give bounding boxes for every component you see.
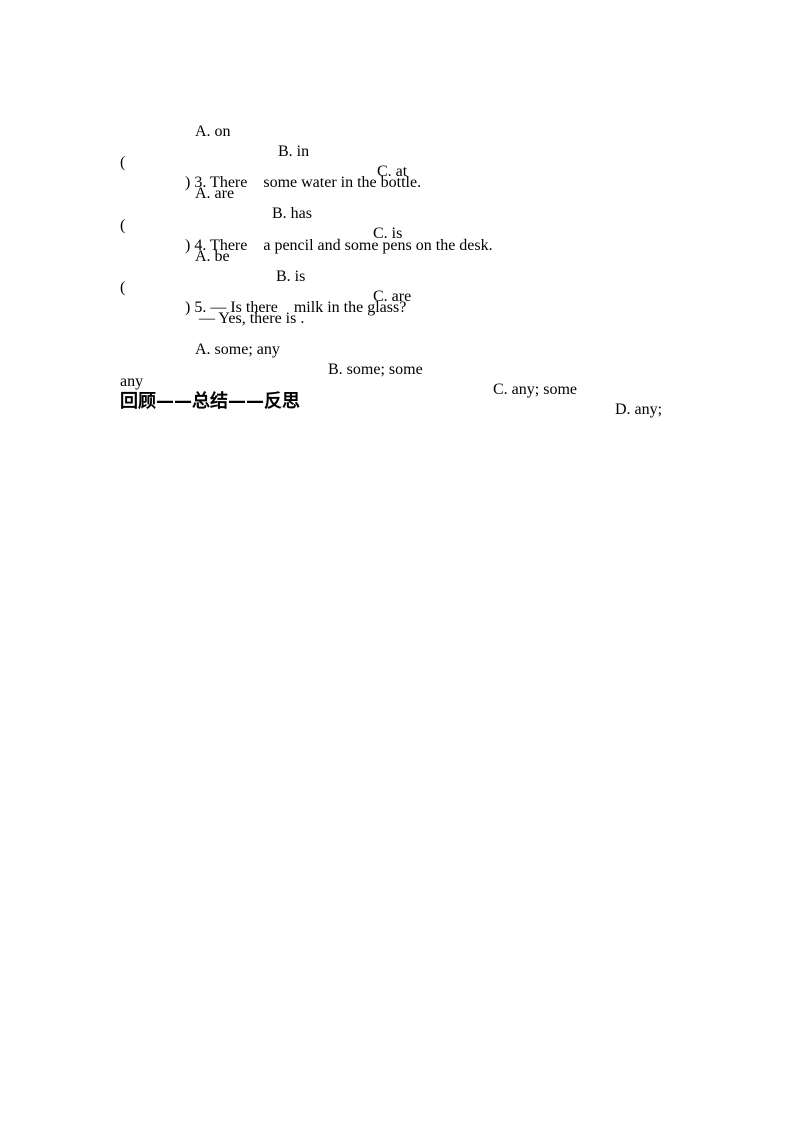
q4-option-b: B. is [276, 268, 306, 285]
section-heading: 回顾——总结——反思 [120, 391, 300, 412]
question-5-reply-text: — Yes, there is . [199, 310, 305, 327]
q2-option-b: B. in [278, 143, 310, 160]
q2-option-a: A. on [195, 123, 231, 140]
answer-blank-open: ( [120, 279, 126, 296]
q5-option-a: A. some; any [195, 341, 280, 358]
q5-options-wrap: any [0, 352, 143, 412]
q4-option-a: A. be [195, 248, 230, 265]
q3-option-a: A. are [195, 185, 235, 202]
answer-blank-open: ( [120, 217, 126, 234]
question-4-stem: ) 4. There a pencil and some pens on the… [185, 237, 493, 254]
q5-option-c: C. any; some [493, 381, 577, 398]
q5-option-d: D. any; [615, 401, 663, 418]
q5-option-b: B. some; some [328, 361, 423, 378]
q3-option-b: B. has [272, 205, 312, 222]
answer-blank-open: ( [120, 154, 126, 171]
